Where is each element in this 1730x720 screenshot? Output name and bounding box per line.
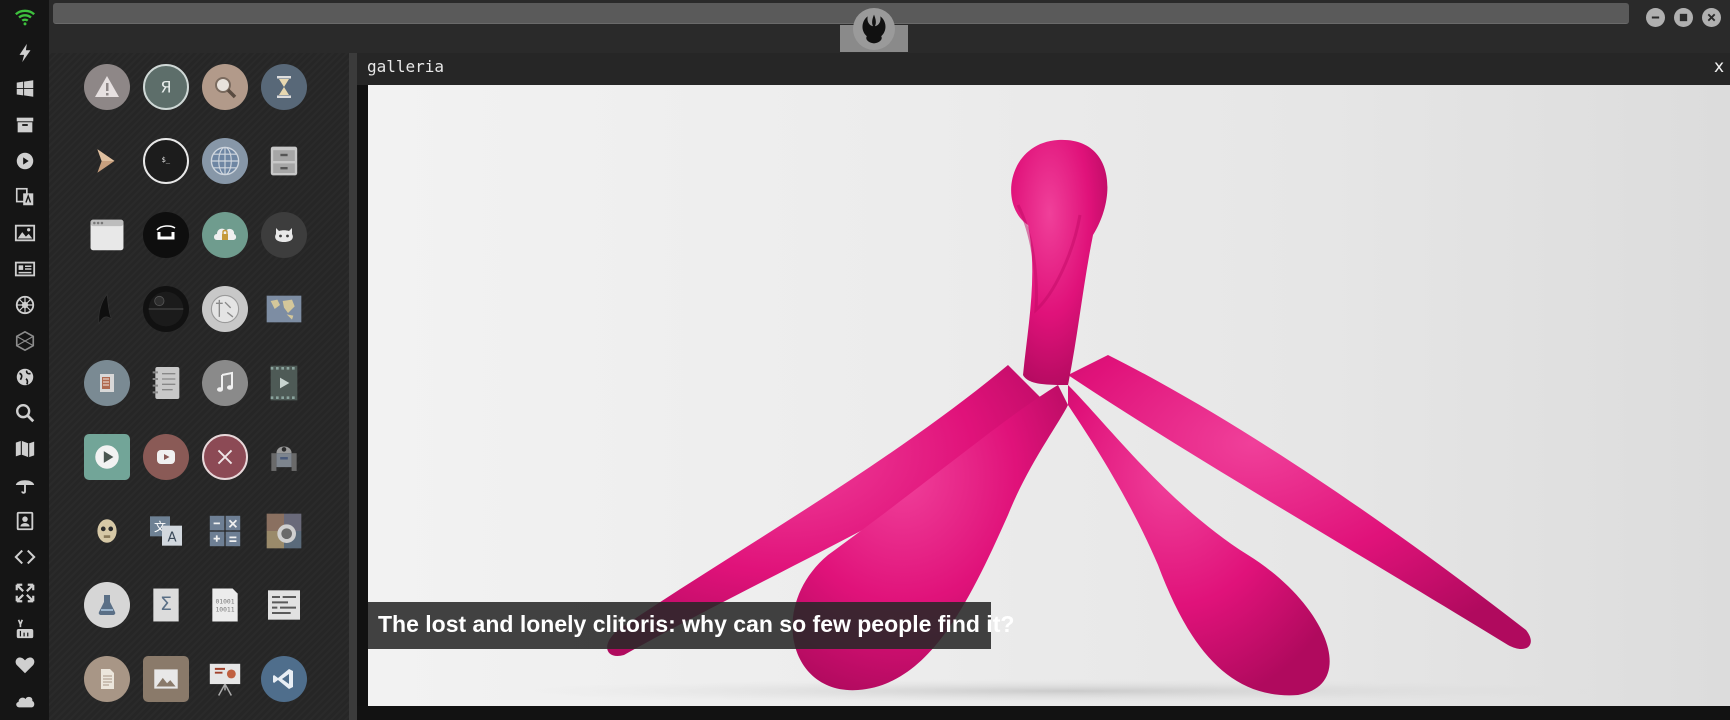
- map-icon[interactable]: [0, 434, 49, 464]
- svg-text:$_: $_: [162, 156, 171, 164]
- svg-text:01001: 01001: [215, 599, 234, 606]
- chevron-app[interactable]: [84, 138, 130, 184]
- maximize-icon[interactable]: [1674, 8, 1693, 27]
- code-icon[interactable]: [0, 542, 49, 572]
- presentation-app[interactable]: [202, 656, 248, 702]
- close-app[interactable]: [202, 434, 248, 480]
- starfleet-app[interactable]: [84, 286, 130, 332]
- youtube-app[interactable]: [143, 434, 189, 480]
- document-app[interactable]: [84, 656, 130, 702]
- windows-icon[interactable]: [0, 74, 49, 104]
- camera-app[interactable]: [261, 508, 307, 554]
- minimize-icon[interactable]: [1646, 8, 1665, 27]
- svg-text:10011: 10011: [215, 606, 234, 613]
- gallery-close-button[interactable]: x: [1714, 57, 1724, 77]
- archive-icon[interactable]: [0, 110, 49, 140]
- play-icon[interactable]: [0, 146, 49, 176]
- image-viewer-app[interactable]: [143, 656, 189, 702]
- translate-icon[interactable]: [0, 182, 49, 212]
- umbrella-icon[interactable]: [0, 470, 49, 500]
- calculator-app[interactable]: [202, 508, 248, 554]
- contact-icon[interactable]: [0, 506, 49, 536]
- notebook-app[interactable]: [143, 360, 189, 406]
- video-app[interactable]: [261, 360, 307, 406]
- news-icon[interactable]: [0, 254, 49, 284]
- search-app[interactable]: [202, 64, 248, 110]
- expand-icon[interactable]: [0, 578, 49, 608]
- translator-app[interactable]: 文A: [143, 508, 189, 554]
- left-dock: [0, 0, 49, 720]
- terminal-app[interactable]: $_: [143, 138, 189, 184]
- github-app[interactable]: [261, 212, 307, 258]
- hourglass-app[interactable]: [261, 64, 307, 110]
- svg-text:Σ: Σ: [160, 593, 172, 615]
- close-icon[interactable]: [1702, 8, 1721, 27]
- music-app[interactable]: [202, 360, 248, 406]
- r2d2-app[interactable]: [261, 434, 307, 480]
- search-icon[interactable]: [0, 398, 49, 428]
- globe-icon[interactable]: [0, 362, 49, 392]
- browser-window-app[interactable]: [84, 212, 130, 258]
- gallery-bottom-bar: [357, 706, 1730, 720]
- video-player-app[interactable]: [84, 434, 130, 480]
- sigma-app[interactable]: Σ: [143, 582, 189, 628]
- app-launcher: Я $_ 文 A Σ 01001 10011: [49, 53, 349, 720]
- files-app[interactable]: [84, 360, 130, 406]
- address-bar[interactable]: [53, 3, 1629, 24]
- svg-text:A: A: [167, 531, 176, 546]
- globe-app[interactable]: [202, 138, 248, 184]
- hammock-app[interactable]: [143, 212, 189, 258]
- rebel-tab[interactable]: [840, 8, 908, 52]
- cloud-icon[interactable]: [0, 686, 49, 716]
- lab-flask-app[interactable]: [84, 582, 130, 628]
- empire-icon[interactable]: [0, 290, 49, 320]
- wikipedia-app[interactable]: [202, 286, 248, 332]
- panel-divider[interactable]: [349, 53, 357, 720]
- vscode-app[interactable]: [261, 656, 307, 702]
- bolt-icon[interactable]: [0, 38, 49, 68]
- binary-app[interactable]: 01001 10011: [202, 582, 248, 628]
- text-editor-app[interactable]: [261, 582, 307, 628]
- c3po-app[interactable]: [84, 508, 130, 554]
- heart-icon[interactable]: [0, 650, 49, 680]
- cloud-lock-app[interactable]: [202, 212, 248, 258]
- wifi-icon[interactable]: [0, 2, 49, 32]
- image-icon[interactable]: [0, 218, 49, 248]
- youtube-icon[interactable]: [0, 614, 49, 644]
- hexagon-icon[interactable]: [0, 326, 49, 356]
- top-bar: [49, 0, 1730, 53]
- gallery-title: galleria: [367, 57, 445, 76]
- cabinet-app[interactable]: [261, 138, 307, 184]
- svg-text:Я: Я: [160, 78, 171, 97]
- death-star-app[interactable]: [143, 286, 189, 332]
- world-map-app[interactable]: [261, 286, 307, 332]
- yandex-app[interactable]: Я: [143, 64, 189, 110]
- gallery-caption: The lost and lonely clitoris: why can so…: [368, 602, 1014, 649]
- rebel-alliance-icon: [853, 8, 895, 50]
- warning-app[interactable]: [84, 64, 130, 110]
- gallery-header: galleria x: [357, 53, 1730, 85]
